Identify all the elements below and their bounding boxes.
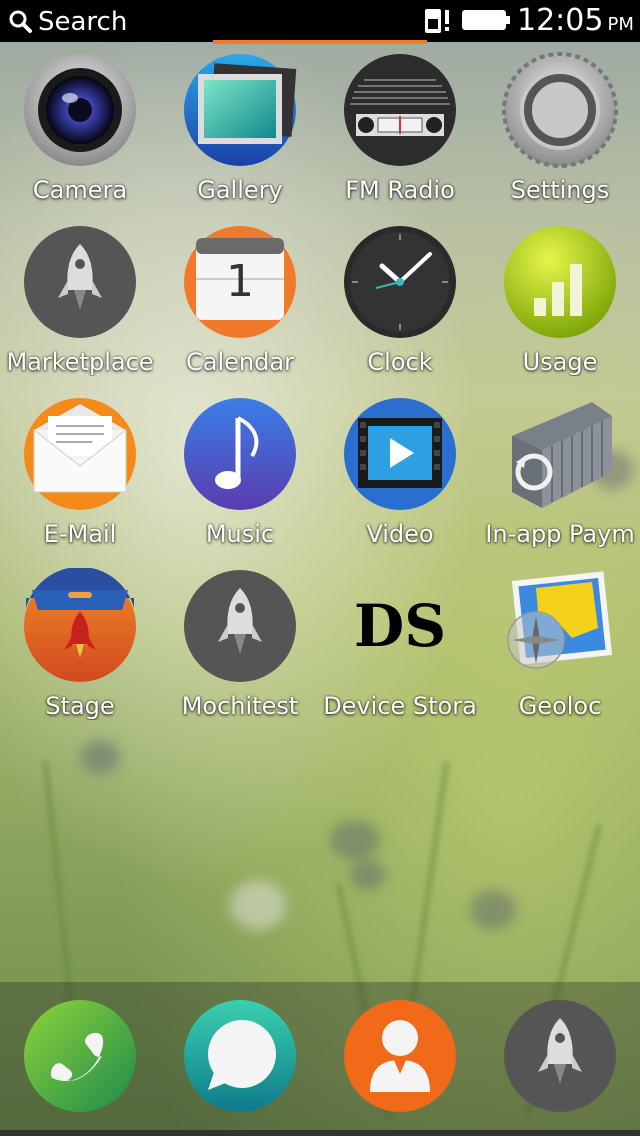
app-settings[interactable]: Settings [480, 44, 640, 216]
stage-rocket-icon [24, 568, 136, 682]
app-music[interactable]: Music [160, 388, 320, 560]
app-stage[interactable]: Stage [0, 560, 160, 732]
status-bar: Search 12:05 PM [0, 0, 640, 42]
app-label: Clock [367, 348, 433, 376]
usage-bars-icon [504, 226, 616, 338]
container-icon [512, 402, 612, 508]
app-label: Music [205, 520, 275, 548]
ds-icon-text: DS [354, 592, 446, 660]
app-label: E-Mail [43, 520, 117, 548]
music-note-icon [184, 398, 296, 510]
app-mochitest[interactable]: Mochitest [160, 560, 320, 732]
dock-marketplace[interactable] [480, 992, 640, 1132]
search-icon [9, 10, 32, 33]
app-email[interactable]: E-Mail [0, 388, 160, 560]
search-button[interactable]: Search [6, 4, 127, 40]
search-label: Search [38, 7, 128, 37]
dock-messages[interactable] [160, 992, 320, 1132]
rocket-icon [24, 226, 136, 338]
app-fm-radio[interactable]: FM Radio [320, 44, 480, 216]
calendar-icon: 1 [184, 226, 296, 338]
sim-card-alert-icon [425, 9, 449, 33]
app-label: Mochitest [181, 692, 299, 720]
app-label: Stage [45, 692, 115, 720]
background-flower [80, 740, 120, 774]
app-clock[interactable]: Clock [320, 216, 480, 388]
map-compass-icon [507, 571, 613, 669]
app-label: Geoloc [518, 692, 602, 720]
app-calendar[interactable]: 1 Calendar [160, 216, 320, 388]
dock-phone[interactable] [0, 992, 160, 1132]
app-marketplace[interactable]: Marketplace [0, 216, 160, 388]
app-label: Gallery [197, 176, 283, 204]
app-gallery[interactable]: Gallery [160, 44, 320, 216]
dock-contacts[interactable] [320, 992, 480, 1132]
calendar-day-number: 1 [226, 256, 254, 307]
rocket-icon [184, 570, 296, 682]
app-label: In-app Paym [485, 520, 635, 548]
phone-icon [24, 1000, 136, 1112]
loading-progress-bar [213, 40, 427, 44]
background-flower [230, 880, 286, 930]
app-label: Calendar [186, 348, 294, 376]
clock-icon [344, 226, 456, 338]
status-clock: 12:05 PM [517, 3, 634, 38]
radio-icon [344, 54, 456, 166]
app-label: FM Radio [345, 176, 455, 204]
bottom-edge [0, 1130, 640, 1136]
app-device-storage[interactable]: DS Device Stora [320, 560, 480, 732]
status-time: 12:05 [517, 3, 604, 38]
app-label: Marketplace [6, 348, 154, 376]
app-label: Device Stora [323, 692, 477, 720]
app-in-app-payments[interactable]: In-app Paym [480, 388, 640, 560]
app-video[interactable]: Video [320, 388, 480, 560]
background-flower [350, 860, 386, 890]
app-label: Usage [522, 348, 598, 376]
background-flower [330, 820, 380, 860]
app-geoloc[interactable]: Geoloc [480, 560, 640, 732]
messages-icon [184, 1000, 296, 1112]
app-camera[interactable]: Camera [0, 44, 160, 216]
app-usage[interactable]: Usage [480, 216, 640, 388]
contacts-icon [344, 1000, 456, 1112]
app-label: Camera [32, 176, 128, 204]
video-play-icon [344, 398, 456, 510]
app-label: Video [366, 520, 434, 548]
status-ampm: PM [607, 14, 634, 35]
app-label: Settings [510, 176, 610, 204]
rocket-icon [504, 1000, 616, 1112]
gallery-icon [184, 54, 297, 166]
envelope-icon [24, 398, 136, 510]
camera-icon [24, 54, 136, 166]
settings-gear-icon [502, 52, 618, 168]
ds-text-icon: DS [354, 592, 446, 660]
battery-icon [462, 10, 510, 30]
background-flower [470, 890, 516, 930]
dock [0, 982, 640, 1136]
